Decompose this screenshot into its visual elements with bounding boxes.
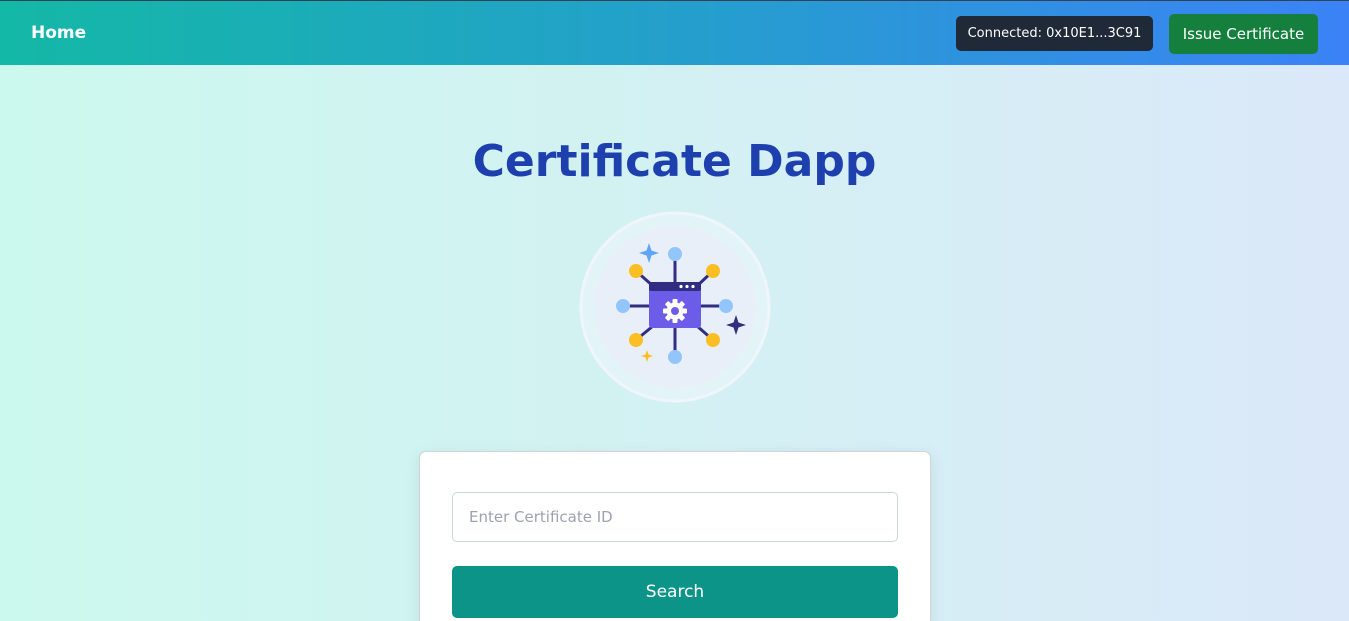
home-link[interactable]: Home [31, 23, 86, 43]
page-title: Certificate Dapp [472, 136, 877, 187]
wallet-connected-badge: Connected: 0x10E1...3C91 [956, 16, 1153, 51]
certificate-id-input[interactable] [452, 492, 898, 542]
network-gear-icon [578, 210, 772, 404]
search-card: Search [419, 451, 931, 621]
search-button[interactable]: Search [452, 566, 898, 618]
issue-certificate-button[interactable]: Issue Certificate [1169, 14, 1318, 54]
top-navbar: Home Connected: 0x10E1...3C91 Issue Cert… [0, 0, 1349, 65]
